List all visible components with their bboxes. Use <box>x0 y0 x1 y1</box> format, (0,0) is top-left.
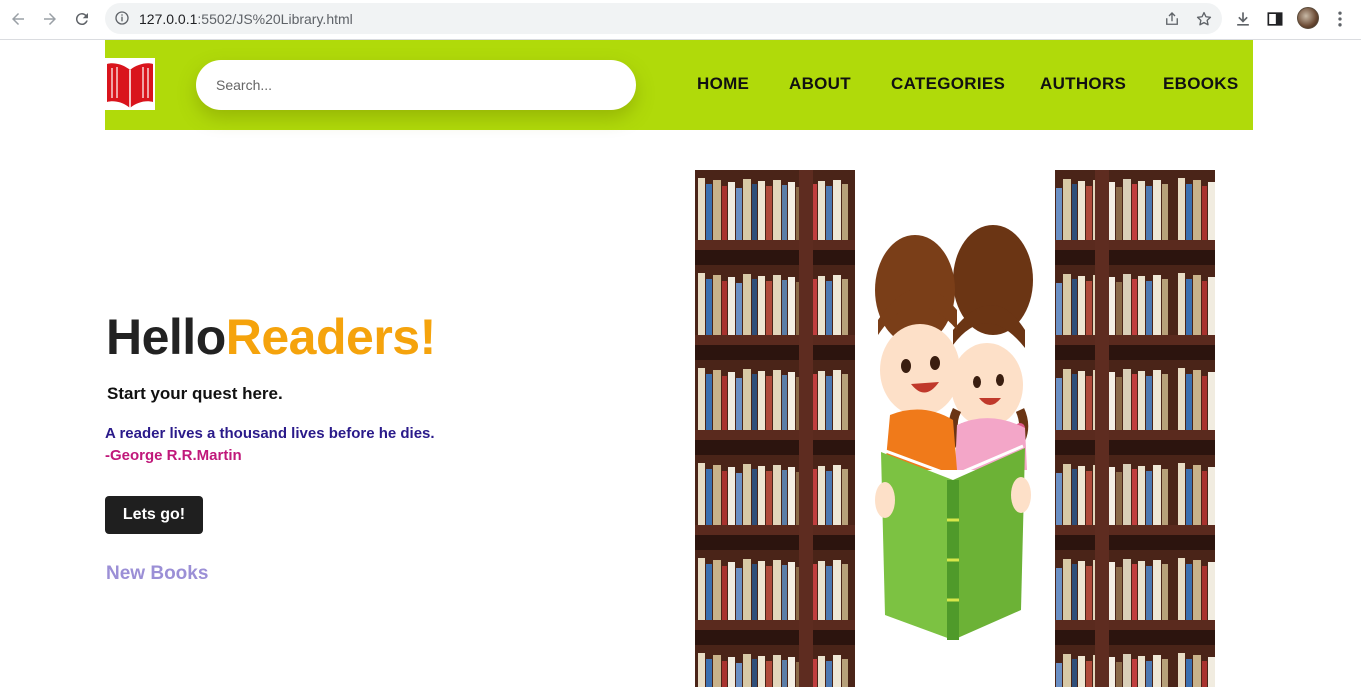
back-arrow-icon[interactable] <box>7 8 29 30</box>
nav-authors[interactable]: AUTHORS <box>1040 74 1126 94</box>
hero-title-hello: Hello <box>106 309 226 365</box>
address-bar[interactable]: 127.0.0.1:5502/JS%20Library.html <box>105 3 1222 34</box>
hero-illustration <box>695 170 1215 687</box>
url-path: :5502/JS%20Library.html <box>197 11 353 27</box>
url-host: 127.0.0.1 <box>139 11 198 27</box>
nav-ebooks[interactable]: EBOOKS <box>1163 74 1238 94</box>
browser-toolbar: 127.0.0.1:5502/JS%20Library.html <box>0 0 1361 40</box>
new-books-link[interactable]: New Books <box>106 563 208 585</box>
nav-about[interactable]: ABOUT <box>789 74 851 94</box>
download-icon[interactable] <box>1233 9 1253 29</box>
profile-avatar[interactable] <box>1297 7 1319 29</box>
hero-title-readers: Readers! <box>225 309 437 365</box>
bookshelf-right <box>1055 170 1215 687</box>
url-text[interactable]: 127.0.0.1:5502/JS%20Library.html <box>139 11 353 27</box>
nav-home[interactable]: HOME <box>697 74 749 94</box>
quote-text: A reader lives a thousand lives before h… <box>105 425 435 442</box>
book-logo-icon[interactable] <box>105 58 155 110</box>
hero-title: HelloReaders! <box>106 308 436 366</box>
kids-reading-image <box>875 225 1033 640</box>
reload-icon[interactable] <box>71 8 93 30</box>
nav-categories[interactable]: CATEGORIES <box>891 74 1005 94</box>
side-panel-icon[interactable] <box>1265 9 1285 29</box>
lets-go-button[interactable]: Lets go! <box>105 496 203 534</box>
info-icon[interactable] <box>114 10 130 26</box>
quote-author: -George R.R.Martin <box>105 447 242 464</box>
site-header: HOME ABOUT CATEGORIES AUTHORS EBOOKS <box>105 40 1253 130</box>
bookshelf-left <box>695 170 855 687</box>
forward-arrow-icon[interactable] <box>39 8 61 30</box>
share-icon[interactable] <box>1163 10 1181 28</box>
more-menu-icon[interactable] <box>1330 9 1350 29</box>
star-icon[interactable] <box>1195 10 1213 28</box>
search-input[interactable] <box>196 60 636 110</box>
hero-tagline: Start your quest here. <box>107 384 283 403</box>
